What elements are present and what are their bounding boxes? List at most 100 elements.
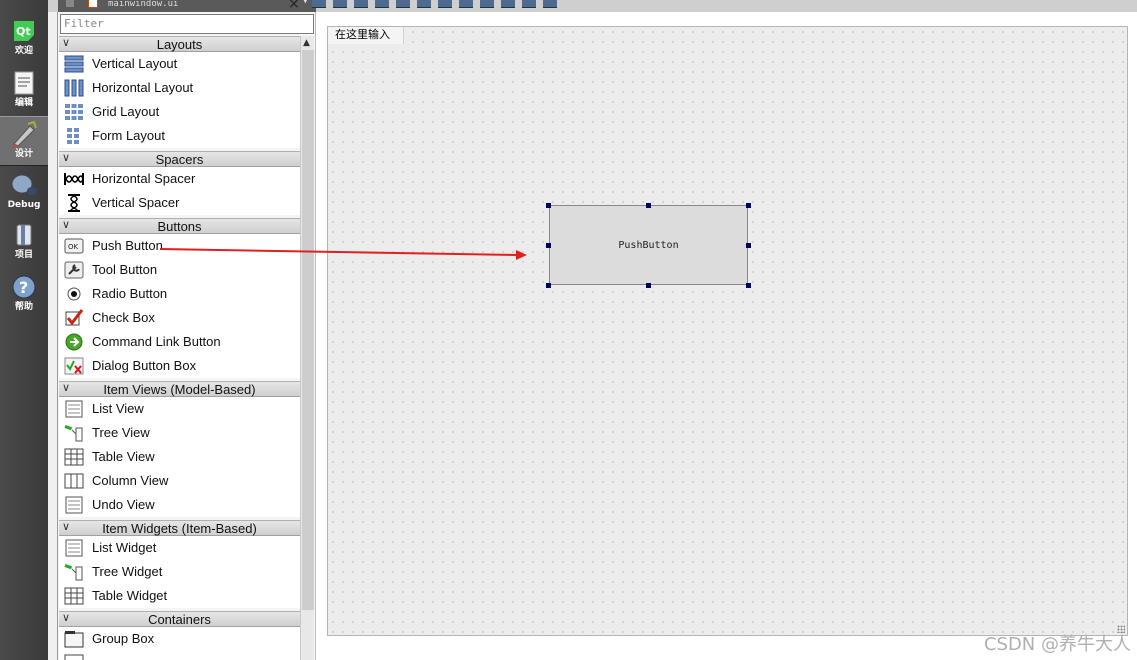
selection-handle[interactable] — [646, 283, 651, 288]
scrollbar-thumb[interactable] — [302, 50, 314, 610]
widget-dialog-button-box[interactable]: Dialog Button Box — [59, 354, 300, 378]
widget-scroll-area-partial[interactable] — [59, 651, 300, 660]
mode-welcome[interactable]: Qt 欢迎 — [0, 14, 48, 64]
widget-label: Tree View — [92, 425, 150, 440]
widget-vertical-layout[interactable]: Vertical Layout — [59, 52, 300, 76]
mode-debug[interactable]: Debug — [0, 168, 48, 218]
layout-splitter-h-icon[interactable] — [438, 0, 452, 8]
selection-handle[interactable] — [746, 203, 751, 208]
push-button-widget[interactable]: PushButton — [549, 205, 748, 285]
widget-tree-widget[interactable]: Tree Widget — [59, 560, 300, 584]
mode-edit[interactable]: 编辑 — [0, 66, 48, 116]
widget-horizontal-spacer[interactable]: Horizontal Spacer — [59, 167, 300, 191]
category-label: Layouts — [156, 37, 203, 52]
column-view-icon — [64, 473, 84, 489]
menubar-type-here[interactable]: 在这里输入 — [328, 27, 404, 44]
top-toolbar: mainwindow.ui ▾ × — [48, 0, 1137, 12]
check-box-icon — [65, 309, 84, 326]
scroll-up-arrow-icon[interactable]: ▲ — [303, 38, 310, 48]
mode-sidebar: Qt 欢迎 编辑 设计 Debug 项目 ? 帮助 — [0, 0, 48, 660]
widget-label: Column View — [92, 473, 169, 488]
widget-group-box[interactable]: Group Box — [59, 627, 300, 651]
command-link-arrow-icon — [65, 333, 83, 351]
grid-layout-icon — [65, 104, 83, 120]
widget-table-widget[interactable]: Table Widget — [59, 584, 300, 608]
main-window-form[interactable]: 在这里输入 PushButton — [327, 26, 1128, 636]
widget-label: Table Widget — [92, 588, 168, 603]
widget-form-layout[interactable]: Form Layout — [59, 124, 300, 148]
category-spacers[interactable]: ∨ Spacers — [59, 151, 300, 167]
widget-label: Horizontal Layout — [92, 80, 194, 95]
close-icon[interactable]: × — [288, 0, 300, 12]
tool-button-icon — [64, 261, 84, 279]
mode-help[interactable]: ? 帮助 — [0, 270, 48, 320]
edit-tab-order-icon[interactable] — [375, 0, 389, 8]
edit-buddies-icon[interactable] — [354, 0, 368, 8]
file-tab[interactable]: mainwindow.ui ▾ — [58, 0, 316, 12]
layout-vertical-icon[interactable] — [417, 0, 431, 8]
widget-radio-button[interactable]: Radio Button — [59, 282, 300, 306]
edit-widgets-icon[interactable] — [312, 0, 326, 8]
widget-label: Tool Button — [92, 262, 158, 277]
list-view-icon — [65, 400, 83, 418]
mode-label: 编辑 — [14, 98, 33, 108]
category-label: Spacers — [155, 152, 204, 167]
widget-column-view[interactable]: Column View — [59, 469, 300, 493]
mode-design[interactable]: 设计 — [0, 116, 48, 166]
horizontal-spacer-icon — [64, 173, 84, 185]
widget-label: Vertical Layout — [92, 56, 178, 71]
layout-splitter-v-icon[interactable] — [459, 0, 473, 8]
qt-logo-icon: Qt — [10, 17, 38, 45]
widget-command-link-button[interactable]: Command Link Button — [59, 330, 300, 354]
vertical-layout-icon — [64, 55, 84, 73]
widget-push-button[interactable]: OK Push Button — [59, 234, 300, 258]
category-buttons[interactable]: ∨ Buttons — [59, 218, 300, 234]
adjust-size-icon[interactable] — [543, 0, 557, 8]
layout-grid-icon[interactable] — [480, 0, 494, 8]
category-label: Item Views (Model-Based) — [103, 382, 256, 397]
category-layouts[interactable]: ∨ Layouts — [59, 36, 300, 52]
break-layout-icon[interactable] — [522, 0, 536, 8]
widget-tool-button[interactable]: Tool Button — [59, 258, 300, 282]
widget-list-widget[interactable]: List Widget — [59, 536, 300, 560]
selection-handle[interactable] — [646, 203, 651, 208]
horizontal-layout-icon — [64, 79, 84, 97]
layout-horizontal-icon[interactable] — [396, 0, 410, 8]
svg-text:Qt: Qt — [16, 25, 31, 38]
widget-list-view[interactable]: List View — [59, 397, 300, 421]
category-item-views[interactable]: ∨ Item Views (Model-Based) — [59, 381, 300, 397]
selection-handle[interactable] — [546, 283, 551, 288]
widget-tree-view[interactable]: Tree View — [59, 421, 300, 445]
layout-form-icon[interactable] — [501, 0, 515, 8]
widget-table-view[interactable]: Table View — [59, 445, 300, 469]
chevron-down-icon: ∨ — [62, 219, 71, 231]
widget-list: ∨ Layouts Vertical Layout Horizontal Layo… — [59, 36, 300, 660]
file-tab-label: mainwindow.ui — [108, 0, 179, 9]
selection-handle[interactable] — [746, 283, 751, 288]
selection-handle[interactable] — [746, 243, 751, 248]
debug-bug-icon — [10, 171, 38, 199]
category-containers[interactable]: ∨ Containers — [59, 611, 300, 627]
widget-label: Grid Layout — [92, 104, 160, 119]
widget-box-scrollbar[interactable]: ▲ — [300, 36, 314, 660]
chevron-down-icon: ∨ — [62, 521, 71, 533]
file-edit-icon — [88, 0, 98, 8]
widget-label: Vertical Spacer — [92, 195, 180, 210]
widget-label: Form Layout — [92, 128, 165, 143]
radio-button-icon — [67, 287, 81, 301]
widget-horizontal-layout[interactable]: Horizontal Layout — [59, 76, 300, 100]
selection-handle[interactable] — [546, 203, 551, 208]
widget-undo-view[interactable]: Undo View — [59, 493, 300, 517]
chevron-down-icon[interactable]: ▾ — [303, 0, 308, 7]
edit-signals-icon[interactable] — [333, 0, 347, 8]
chevron-down-icon: ∨ — [62, 37, 71, 49]
widget-vertical-spacer[interactable]: Vertical Spacer — [59, 191, 300, 215]
category-item-widgets[interactable]: ∨ Item Widgets (Item-Based) — [59, 520, 300, 536]
selection-handle[interactable] — [546, 243, 551, 248]
widget-check-box[interactable]: Check Box — [59, 306, 300, 330]
filter-input[interactable]: Filter — [60, 14, 314, 34]
mode-projects[interactable]: 项目 — [0, 218, 48, 268]
widget-grid-layout[interactable]: Grid Layout — [59, 100, 300, 124]
chevron-down-icon: ∨ — [62, 382, 71, 394]
widget-label: Radio Button — [92, 286, 168, 301]
